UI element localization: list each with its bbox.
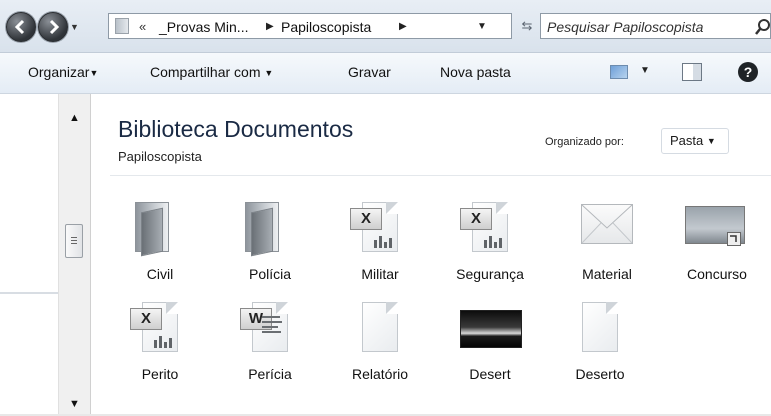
navigation-pane[interactable] [0, 94, 58, 416]
file-item[interactable]: W Perícia [218, 296, 322, 392]
file-item[interactable]: Polícia [218, 196, 322, 292]
refresh-icon[interactable]: ⇆ [516, 15, 538, 37]
folder-icon [108, 196, 212, 258]
share-button[interactable]: Compartilhar com ▼ [150, 64, 273, 80]
file-item[interactable]: Concurso [665, 196, 769, 292]
share-label: Compartilhar com [150, 64, 261, 80]
arrange-by-label: Organizado por: [545, 136, 624, 148]
preview-pane-icon[interactable] [682, 63, 702, 81]
dropdown-arrow-icon: ▼ [264, 68, 274, 78]
arrange-by-dropdown[interactable]: Pasta ▼ [661, 128, 729, 154]
file-item[interactable]: Material [555, 196, 659, 292]
file-item[interactable]: Deserto [548, 296, 652, 392]
view-options-dropdown-icon[interactable]: ▼ [640, 65, 650, 76]
file-item[interactable]: X Perito [108, 296, 212, 392]
organize-button[interactable]: Organizar▼ [28, 64, 98, 80]
scroll-up-icon[interactable]: ▲ [69, 112, 80, 124]
search-icon[interactable] [754, 18, 771, 36]
breadcrumb-arrow-icon[interactable]: ▶ [399, 21, 407, 32]
blank-file-icon [548, 296, 652, 358]
burn-button[interactable]: Gravar [348, 64, 391, 80]
library-folder-icon [115, 18, 129, 34]
file-item[interactable]: X Segurança [438, 196, 542, 292]
address-path-box[interactable]: « _Provas Min... ▶ Papiloscopista ▶ ▼ [108, 13, 512, 39]
scroll-down-icon[interactable]: ▼ [69, 398, 80, 410]
address-dropdown-icon[interactable]: ▼ [477, 21, 487, 32]
excel-file-icon: X [108, 296, 212, 358]
excel-file-icon: X [438, 196, 542, 258]
grip-line [71, 243, 77, 244]
change-view-icon[interactable] [610, 65, 628, 79]
file-name: Polícia [248, 266, 292, 282]
command-toolbar: Organizar▼ Compartilhar com ▼ Gravar Nov… [0, 53, 771, 94]
email-envelope-icon [555, 196, 659, 258]
header-divider [110, 175, 771, 176]
help-icon[interactable]: ? [738, 62, 758, 82]
dropdown-arrow-icon: ▼ [89, 68, 99, 78]
file-name: Militar [361, 266, 399, 282]
file-item[interactable]: X Militar [328, 196, 432, 292]
file-name: Civil [146, 266, 174, 282]
file-name: Relatório [351, 366, 409, 382]
grip-line [71, 237, 77, 238]
arrow-left-icon [14, 19, 25, 35]
file-name: Perícia [248, 366, 292, 382]
excel-file-icon: X [328, 196, 432, 258]
breadcrumb-arrow-icon[interactable]: ▶ [266, 21, 274, 32]
arrange-by-value: Pasta [670, 133, 704, 148]
scroll-thumb[interactable] [65, 224, 83, 258]
new-folder-button[interactable]: Nova pasta [440, 64, 511, 80]
folder-icon [218, 196, 322, 258]
vertical-scrollbar[interactable]: ▲ ▼ [58, 94, 91, 416]
file-name: Deserto [575, 366, 625, 382]
navigation-divider [0, 292, 58, 294]
back-button[interactable] [6, 12, 36, 42]
file-item[interactable]: Relatório [328, 296, 432, 392]
search-placeholder: Pesquisar Papiloscopista [547, 19, 704, 35]
forward-button[interactable] [38, 12, 68, 42]
library-title: Biblioteca Documentos [118, 116, 354, 142]
file-name: Material [582, 266, 632, 282]
desert-image-icon [438, 296, 542, 358]
file-item[interactable]: Desert [438, 296, 542, 392]
word-file-icon: W [218, 296, 322, 358]
search-input[interactable]: Pesquisar Papiloscopista [540, 13, 771, 39]
image-file-icon [665, 196, 769, 258]
file-name: Concurso [687, 266, 747, 282]
library-subtitle: Papiloscopista [118, 149, 202, 164]
grip-line [71, 240, 77, 241]
file-item[interactable]: Civil [108, 196, 212, 292]
organize-label: Organizar [28, 64, 90, 80]
breadcrumb-papiloscopista[interactable]: Papiloscopista [281, 19, 371, 35]
dropdown-arrow-icon: ▼ [706, 136, 716, 146]
breadcrumb-provas[interactable]: _Provas Min... [159, 19, 248, 35]
recent-pages-dropdown-icon[interactable]: ▼ [70, 22, 79, 32]
file-name: Segurança [456, 266, 524, 282]
address-bar: ▼ « _Provas Min... ▶ Papiloscopista ▶ ▼ … [0, 0, 771, 53]
file-name: Desert [469, 366, 511, 382]
path-overflow-chevron[interactable]: « [139, 19, 146, 34]
arrow-right-icon [49, 19, 60, 35]
file-name: Perito [141, 366, 179, 382]
blank-file-icon [328, 296, 432, 358]
